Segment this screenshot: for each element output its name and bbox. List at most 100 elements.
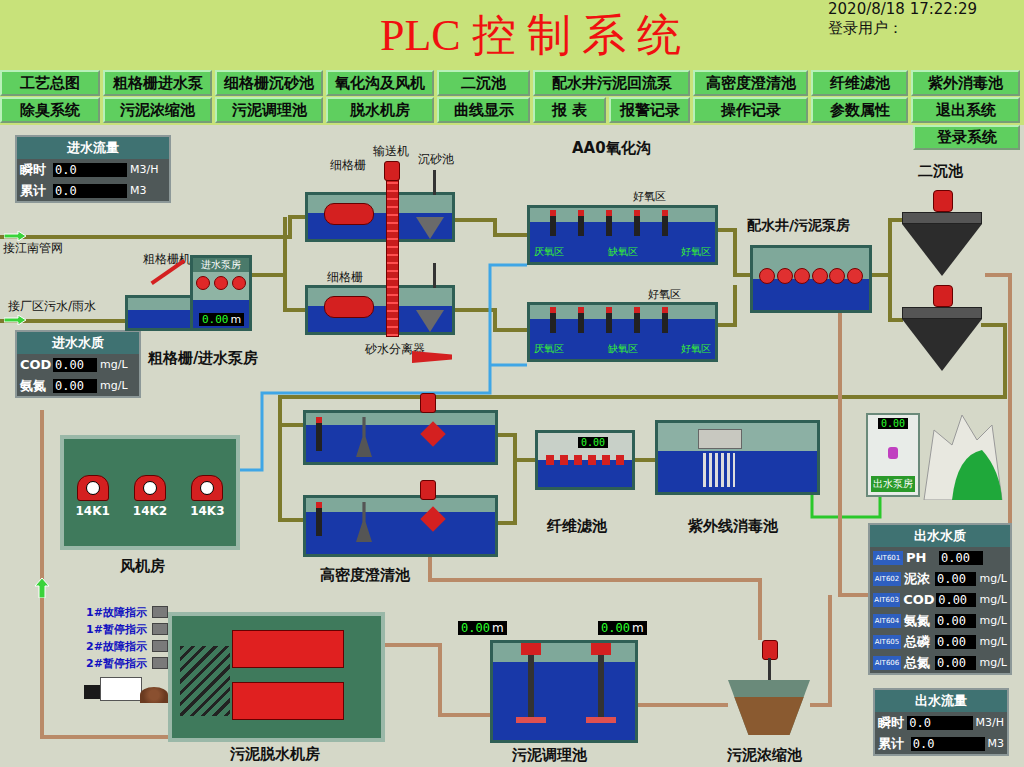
motor-icon bbox=[762, 640, 778, 660]
uv-disinfection-tank bbox=[655, 420, 820, 495]
fine-screen-tank bbox=[305, 285, 455, 335]
hd-clarifier-tank bbox=[303, 495, 498, 557]
shaft-icon bbox=[433, 170, 436, 195]
pump-icon bbox=[888, 447, 898, 459]
nav-button[interactable]: 脱水机房 bbox=[326, 97, 434, 123]
valve-icon bbox=[574, 455, 582, 465]
level-display: 0.00m bbox=[199, 313, 244, 326]
mixer-icon bbox=[662, 307, 668, 333]
effluent-pump-room: 0.00出水泵房 bbox=[866, 413, 920, 497]
row-unit: mg/L bbox=[979, 614, 1007, 627]
zone-row: 厌氧区缺氧区好氧区 bbox=[534, 245, 711, 259]
inflow-panel: 进水流量瞬时0.0M3/H累计0.0M3 bbox=[15, 135, 171, 203]
motor-icon bbox=[420, 393, 436, 413]
level-display: 0.00m bbox=[598, 621, 647, 635]
truck-icon bbox=[84, 677, 142, 705]
cake-pile-icon bbox=[140, 687, 168, 703]
nav-button[interactable]: 粗格栅进水泵 bbox=[103, 70, 212, 96]
nav-button[interactable]: 氧化沟及风机 bbox=[326, 70, 434, 96]
motor-icon bbox=[384, 161, 400, 181]
row-unit: mg/L bbox=[100, 379, 128, 392]
panel-row: 累计0.0M3 bbox=[17, 180, 169, 201]
process-canvas: 登录系统进水流量瞬时0.0M3/H累计0.0M3进水水质COD0.00mg/L氨… bbox=[0, 125, 1024, 767]
nav-button[interactable]: 纤维滤池 bbox=[811, 70, 908, 96]
nav-button[interactable]: 配水井污泥回流泵 bbox=[533, 70, 690, 96]
row-value: 0.0 bbox=[53, 184, 127, 198]
scada-screen: PLC 控 制 系 统2020/8/18 17:22:29登录用户：工艺总图粗格… bbox=[0, 0, 1024, 767]
nav-button[interactable]: 报警记录 bbox=[609, 97, 690, 123]
nav-button[interactable]: 紫外消毒池 bbox=[911, 70, 1020, 96]
reading-display: 0.00 bbox=[578, 437, 608, 448]
blower[interactable]: 14K1 bbox=[75, 475, 109, 518]
panel-row: AIT604氨氮0.00mg/L bbox=[870, 610, 1010, 631]
row-value: 0.00 bbox=[935, 614, 976, 628]
nav-button[interactable]: 细格栅沉砂池 bbox=[215, 70, 323, 96]
row-label: 累计 bbox=[878, 735, 908, 753]
nav-button[interactable]: 污泥浓缩池 bbox=[103, 97, 212, 123]
indicator-lamp bbox=[152, 623, 168, 635]
pump-row bbox=[759, 268, 863, 284]
unit-label: 粗格栅/进水泵房 bbox=[148, 349, 258, 367]
row-label: 泥浓 bbox=[904, 570, 932, 588]
nav-button[interactable]: 除臭系统 bbox=[0, 97, 100, 123]
equipment-label: 沉砂池 bbox=[418, 151, 454, 168]
pump-icon bbox=[214, 276, 228, 290]
nav-button[interactable]: 参数属性 bbox=[811, 97, 908, 123]
panel-title: 出水流量 bbox=[875, 690, 1007, 712]
nav-button[interactable]: 工艺总图 bbox=[0, 70, 100, 96]
outfall-landscape-icon bbox=[922, 410, 1004, 500]
drum-icon bbox=[324, 203, 374, 225]
nav-button[interactable]: 污泥调理池 bbox=[215, 97, 323, 123]
sensor-tag: AIT604 bbox=[873, 614, 901, 628]
row-label: PH bbox=[906, 550, 936, 565]
motor-icon bbox=[933, 285, 953, 307]
room-label: 出水泵房 bbox=[871, 476, 915, 492]
zone-label: 好氧区 bbox=[681, 342, 711, 356]
zone-label: 厌氧区 bbox=[534, 342, 564, 356]
row-value: 0.00 bbox=[935, 635, 976, 649]
row-unit: mg/L bbox=[100, 358, 128, 371]
nav-button[interactable]: 高密度澄清池 bbox=[693, 70, 808, 96]
equipment-label: 细格栅 bbox=[330, 157, 366, 174]
row-label: COD bbox=[903, 592, 933, 607]
nav-button[interactable]: 报 表 bbox=[533, 97, 606, 123]
row-label: 累计 bbox=[20, 182, 50, 200]
uv-lamp-icon bbox=[703, 453, 735, 487]
pump-icon bbox=[812, 268, 828, 284]
row-label: 瞬时 bbox=[20, 161, 50, 179]
blower[interactable]: 14K3 bbox=[190, 475, 224, 518]
nav-button[interactable]: 操作记录 bbox=[693, 97, 808, 123]
nav-button[interactable]: 二沉池 bbox=[437, 70, 530, 96]
nav-button[interactable]: 曲线显示 bbox=[437, 97, 530, 123]
mixer-icon bbox=[316, 502, 322, 536]
nav-button[interactable]: 退出系统 bbox=[911, 97, 1020, 123]
zone-title: 好氧区 bbox=[648, 287, 681, 302]
blower-label: 14K2 bbox=[133, 504, 167, 518]
grit-hopper bbox=[416, 217, 444, 239]
pipe bbox=[430, 555, 760, 640]
panel-row: AIT606总氮0.00mg/L bbox=[870, 652, 1010, 673]
blower-label: 14K3 bbox=[190, 504, 224, 518]
equipment-label: 细格栅 bbox=[327, 269, 363, 286]
mixer-icon bbox=[598, 643, 604, 723]
coarse-screen-tank bbox=[125, 295, 193, 331]
effluent-quality-panel: 出水水质AIT601PH0.00AIT602泥浓0.00mg/LAIT603CO… bbox=[868, 523, 1012, 675]
unit-label: 污泥浓缩池 bbox=[727, 746, 802, 764]
mixer-icon bbox=[578, 307, 584, 333]
motor-icon bbox=[933, 190, 953, 212]
row-unit: M3/H bbox=[976, 716, 1004, 729]
pipe bbox=[638, 703, 728, 707]
pipe bbox=[718, 230, 750, 325]
mixer-icon bbox=[550, 307, 556, 333]
mixer-icon bbox=[550, 210, 556, 236]
uv-module bbox=[698, 429, 742, 449]
inlet-arrow-icon bbox=[4, 231, 26, 241]
user-label: 登录用户： bbox=[828, 19, 1024, 38]
blower-icon bbox=[191, 475, 223, 501]
blower[interactable]: 14K2 bbox=[133, 475, 167, 518]
login-button[interactable]: 登录系统 bbox=[913, 125, 1020, 150]
mixer-icon bbox=[606, 210, 612, 236]
row-label: COD bbox=[20, 357, 50, 372]
row-value: 0.00 bbox=[935, 572, 976, 586]
mixer-row bbox=[530, 208, 715, 236]
